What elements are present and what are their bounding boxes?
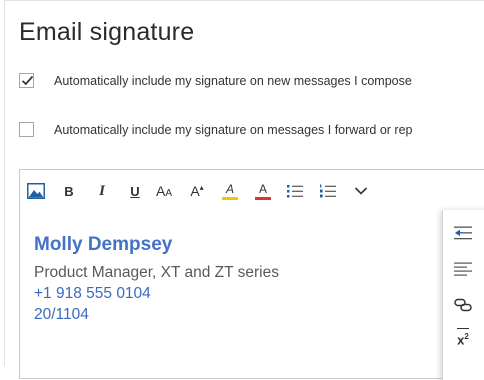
highlight-color-bar [222, 196, 238, 200]
font-size-up-letter: A [190, 183, 200, 199]
bulleted-list-icon [287, 185, 303, 198]
link-icon [454, 298, 472, 312]
highlight-letter: A [225, 181, 234, 196]
font-size-up-button[interactable]: A ▴ [186, 180, 208, 202]
page-title: Email signature [19, 18, 195, 46]
grow-font-small: A [165, 188, 172, 199]
chevron-down-icon [354, 187, 368, 195]
signature-phone: +1 918 555 0104 [34, 285, 151, 302]
superscript-exponent: 2 [464, 332, 469, 341]
align-left-button[interactable] [443, 252, 483, 286]
numbered-list-icon [320, 184, 336, 198]
checkbox-forward-reply[interactable] [19, 122, 34, 137]
superscript-button[interactable]: x2 [443, 324, 483, 358]
signature-content[interactable]: Molly Dempsey Product Manager, XT and ZT… [34, 234, 279, 325]
insert-picture-button[interactable] [25, 180, 47, 202]
grow-font-button[interactable]: AA [153, 180, 175, 202]
checkbox-new-messages[interactable] [19, 73, 34, 88]
font-color-button[interactable]: A [252, 180, 274, 202]
overflow-menu: x2 [442, 210, 484, 380]
formatting-toolbar: B I U AA A ▴ A A [20, 170, 484, 210]
picture-icon [27, 183, 45, 199]
signature-office: 20/1104 [34, 306, 89, 323]
bold-button[interactable]: B [58, 180, 80, 202]
option-forward-reply-label: Automatically include my signature on me… [54, 123, 413, 137]
decrease-indent-button[interactable] [443, 216, 483, 250]
signature-role: Product Manager, XT and ZT series [34, 264, 279, 281]
align-left-icon [454, 262, 472, 276]
signature-settings-panel: Email signature Automatically include my… [4, 0, 484, 379]
numbering-button[interactable] [317, 180, 339, 202]
highlight-button[interactable]: A [219, 180, 241, 202]
more-options-button[interactable] [350, 180, 372, 202]
grow-font-large: A [155, 183, 166, 199]
bullets-button[interactable] [284, 180, 306, 202]
underline-button[interactable]: U [124, 180, 146, 202]
insert-link-button[interactable] [443, 288, 483, 322]
option-new-messages-label: Automatically include my signature on ne… [54, 74, 412, 88]
signature-editor[interactable]: B I U AA A ▴ A A Molly Dempsey Product M… [19, 169, 484, 379]
superscript-icon: x2 [457, 328, 469, 347]
italic-button[interactable]: I [91, 180, 113, 202]
font-color-bar [255, 196, 271, 200]
font-color-letter: A [258, 181, 267, 196]
decrease-indent-icon [454, 226, 472, 240]
signature-name: Molly Dempsey [34, 234, 173, 255]
font-size-up-arrow-icon: ▴ [199, 182, 204, 192]
checkmark-icon [21, 75, 34, 86]
